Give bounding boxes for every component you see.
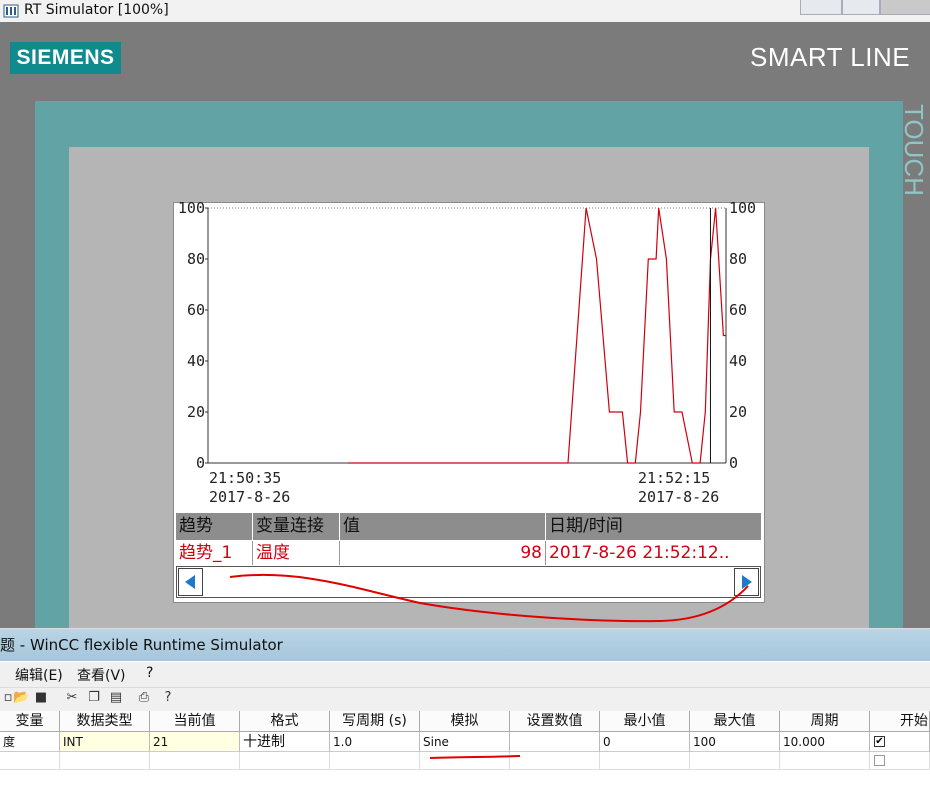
grid-cell-start: ✔ bbox=[870, 732, 930, 752]
grid-col-current: 当前值 bbox=[150, 711, 240, 732]
start-checkbox-empty[interactable] bbox=[874, 755, 885, 766]
trend-scrollbar[interactable] bbox=[176, 566, 761, 598]
arrow-right-icon bbox=[742, 575, 752, 589]
minimize-button[interactable] bbox=[800, 0, 842, 15]
trend-table: 趋势 变量连接 值 日期/时间 趋势_1 温度 98 2017-8-26 21:… bbox=[176, 513, 761, 566]
grid-cell-min[interactable]: 0 bbox=[600, 732, 690, 752]
grid-col-period: 周期 bbox=[780, 711, 870, 732]
grid-col-simulation: 模拟 bbox=[420, 711, 510, 732]
menu-help[interactable]: ? bbox=[146, 665, 153, 681]
arrow-left-icon bbox=[185, 575, 195, 589]
empty-cell[interactable] bbox=[510, 752, 600, 770]
grid-cell-type: INT bbox=[60, 732, 150, 752]
grid-col-type: 数据类型 bbox=[60, 711, 150, 732]
scroll-right-button[interactable] bbox=[734, 568, 759, 596]
y-tick-right: 100 bbox=[729, 202, 756, 217]
empty-cell bbox=[870, 752, 930, 770]
grid-cell-max[interactable]: 100 bbox=[690, 732, 780, 752]
y-tick-right: 60 bbox=[729, 301, 747, 319]
col-tag: 变量连接 bbox=[253, 513, 340, 540]
grid-cell-write-cycle[interactable]: 1.0 bbox=[330, 732, 420, 752]
x-end-time: 21:52:15 bbox=[638, 469, 710, 487]
model-label: SMART LINE bbox=[750, 42, 911, 72]
cut-icon[interactable]: ✂ bbox=[64, 690, 80, 706]
col-datetime: 日期/时间 bbox=[546, 513, 761, 540]
plot-area bbox=[207, 207, 727, 464]
simulator-app-icon bbox=[3, 4, 19, 18]
y-tick-left: 0 bbox=[196, 454, 205, 472]
y-tick-left: 40 bbox=[187, 352, 205, 370]
help-icon[interactable]: ? bbox=[160, 690, 176, 706]
y-tick-right: 80 bbox=[729, 250, 747, 268]
empty-cell[interactable] bbox=[600, 752, 690, 770]
y-tick-left: 20 bbox=[187, 403, 205, 421]
grid-col-min: 最小值 bbox=[600, 711, 690, 732]
runtime-menubar bbox=[0, 661, 930, 688]
trend-chart: 100 100 80 80 60 60 40 40 20 20 0 0 21:50:35 2017-8… bbox=[178, 202, 756, 506]
open-icon[interactable]: 📂 bbox=[13, 690, 29, 706]
grid-col-start: 开始 bbox=[870, 711, 930, 732]
save-icon[interactable]: ■ bbox=[33, 690, 49, 706]
empty-cell[interactable] bbox=[690, 752, 780, 770]
grid-cell-simulation[interactable]: Sine bbox=[420, 732, 510, 752]
y-tick-right: 0 bbox=[729, 454, 738, 472]
empty-cell[interactable] bbox=[420, 752, 510, 770]
maximize-button[interactable] bbox=[842, 0, 880, 15]
grid-cell-current: 21 bbox=[150, 732, 240, 752]
close-button[interactable] bbox=[880, 0, 930, 15]
scroll-left-button[interactable] bbox=[178, 568, 203, 596]
grid-cell-tag[interactable]: 度 bbox=[0, 732, 60, 752]
grid-col-set-value: 设置数值 bbox=[510, 711, 600, 732]
simulator-title: RT Simulator [100%] bbox=[24, 2, 169, 18]
y-tick-right: 20 bbox=[729, 403, 747, 421]
cell-trend[interactable]: 趋势_1 bbox=[176, 541, 253, 565]
col-trend: 趋势 bbox=[176, 513, 253, 540]
empty-cell[interactable] bbox=[330, 752, 420, 770]
y-tick-left: 100 bbox=[178, 202, 205, 217]
empty-cell[interactable] bbox=[0, 752, 60, 770]
y-tick-right: 40 bbox=[729, 352, 747, 370]
grid-cell-period[interactable]: 10.000 bbox=[780, 732, 870, 752]
grid-cell-format[interactable]: 十进制 bbox=[240, 732, 330, 752]
runtime-title: 题 - WinCC flexible Runtime Simulator bbox=[0, 636, 283, 654]
y-tick-left: 60 bbox=[187, 301, 205, 319]
cell-value[interactable]: 98 bbox=[340, 541, 546, 565]
cell-datetime[interactable]: 2017-8-26 21:52:12.. bbox=[546, 541, 761, 565]
siemens-logo: SIEMENS bbox=[10, 42, 121, 74]
start-checkbox[interactable]: ✔ bbox=[874, 736, 885, 747]
empty-cell[interactable] bbox=[60, 752, 150, 770]
empty-cell[interactable] bbox=[150, 752, 240, 770]
col-value: 值 bbox=[340, 513, 546, 540]
paste-icon[interactable]: ▤ bbox=[108, 690, 124, 706]
x-start-date: 2017-8-26 bbox=[209, 488, 290, 506]
grid-col-max: 最大值 bbox=[690, 711, 780, 732]
menu-view[interactable]: 查看(V) bbox=[77, 665, 126, 685]
empty-cell[interactable] bbox=[780, 752, 870, 770]
grid-col-format: 格式 bbox=[240, 711, 330, 732]
menu-edit[interactable]: 编辑(E) bbox=[15, 665, 63, 685]
touch-label: TOUCH bbox=[899, 104, 929, 196]
x-end-date: 2017-8-26 bbox=[638, 488, 719, 506]
x-start-time: 21:50:35 bbox=[209, 469, 281, 487]
print-icon[interactable]: ⎙ bbox=[136, 690, 152, 706]
grid-col-write-cycle: 写周期 (s) bbox=[330, 711, 420, 732]
y-tick-left: 80 bbox=[187, 250, 205, 268]
grid-col-tag: 变量 bbox=[0, 711, 60, 732]
empty-cell[interactable] bbox=[240, 752, 330, 770]
grid-cell-set-value[interactable] bbox=[510, 732, 600, 752]
cell-tag[interactable]: 温度 bbox=[253, 541, 340, 565]
copy-icon[interactable]: ❐ bbox=[86, 690, 102, 706]
